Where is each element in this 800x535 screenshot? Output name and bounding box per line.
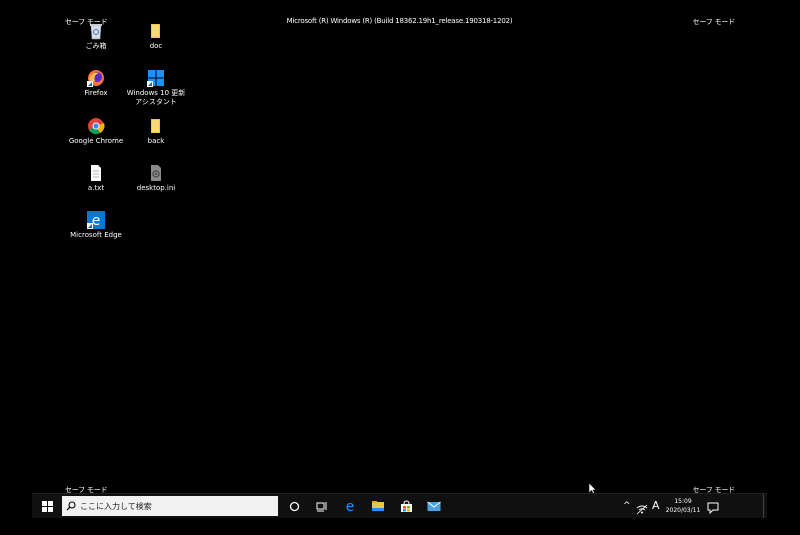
desktop-icon-recycle-bin[interactable]: ごみ箱 — [64, 22, 128, 51]
edge-icon: e — [346, 499, 355, 513]
show-desktop-button[interactable] — [763, 494, 767, 518]
desktop-icon-google-chrome[interactable]: Google Chrome — [64, 117, 128, 146]
desktop-screen: セーフ モード セーフ モード Microsoft (R) Windows (R… — [32, 0, 767, 518]
taskbar-mail-button[interactable] — [420, 494, 448, 518]
recycle-bin-icon — [87, 22, 105, 40]
desktop-icon-label: Microsoft Edge — [70, 231, 122, 239]
settings-file-icon — [147, 164, 165, 182]
desktop-icon-label: Windows 10 更新アシスタント — [126, 89, 186, 106]
taskbar-file-explorer-button[interactable] — [364, 494, 392, 518]
taskbar-clock[interactable]: 15:09 2020/03/11 — [664, 497, 702, 515]
desktop-icon-microsoft-edge[interactable]: e Microsoft Edge — [64, 211, 128, 240]
desktop-icon-doc[interactable]: doc — [124, 22, 188, 51]
desktop-icon-label: ごみ箱 — [85, 42, 107, 50]
chrome-icon — [87, 117, 105, 135]
desktop-icon-label: Google Chrome — [68, 137, 124, 145]
text-file-icon — [87, 164, 105, 182]
desktop-icon-firefox[interactable]: Firefox — [64, 69, 128, 98]
network-icon[interactable] — [636, 500, 648, 518]
folder-icon — [147, 117, 165, 135]
desktop-icon-label: a.txt — [87, 184, 105, 192]
desktop-icon-windows10-update-assistant[interactable]: Windows 10 更新アシスタント — [124, 69, 188, 107]
desktop-icon-label: doc — [149, 42, 163, 50]
desktop-icon-label: back — [147, 137, 165, 145]
windows-logo-icon — [147, 69, 165, 87]
start-button[interactable] — [32, 494, 62, 518]
desktop-icon-label: Firefox — [84, 89, 108, 97]
clock-time: 15:09 — [674, 498, 692, 505]
ime-mode-indicator[interactable]: A — [652, 499, 660, 512]
tray-overflow-chevron-up-icon[interactable]: ^ — [623, 501, 631, 511]
cortana-icon — [289, 501, 299, 511]
edge-icon: e — [87, 211, 105, 229]
taskbar-store-button[interactable] — [392, 494, 420, 518]
windows-start-icon — [41, 500, 53, 512]
task-view-icon — [316, 501, 327, 511]
cortana-button[interactable] — [280, 494, 308, 518]
taskbar-search-box[interactable]: ここに入力して検索 — [62, 496, 278, 516]
desktop-icon-a-txt[interactable]: a.txt — [64, 164, 128, 193]
desktop-icon-label: desktop.ini — [136, 184, 176, 192]
svg-text:e: e — [346, 499, 355, 513]
firefox-icon — [87, 69, 105, 87]
folder-icon — [147, 22, 165, 40]
desktop-icon-desktop-ini[interactable]: desktop.ini — [124, 164, 188, 193]
taskbar-edge-button[interactable]: e — [336, 494, 364, 518]
desktop-icon-back[interactable]: back — [124, 117, 188, 146]
search-icon — [62, 501, 80, 511]
task-view-button[interactable] — [308, 494, 336, 518]
search-placeholder: ここに入力して検索 — [80, 501, 152, 511]
taskbar: ここに入力して検索 e ^ A 15:09 2020/03/11 — [32, 493, 767, 518]
file-explorer-icon — [372, 501, 384, 511]
mail-icon — [427, 501, 441, 511]
store-icon — [400, 499, 412, 512]
clock-date: 2020/03/11 — [665, 507, 701, 514]
action-center-icon[interactable] — [707, 499, 719, 518]
